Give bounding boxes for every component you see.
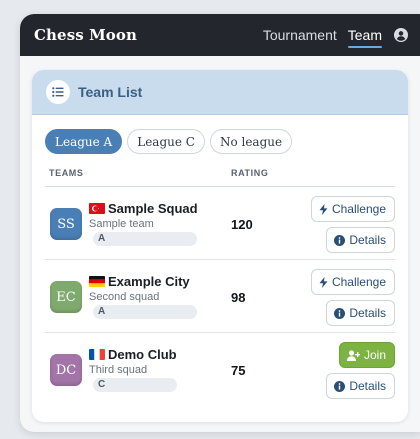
details-button-label: Details [349,233,386,247]
bolt-icon [319,203,328,215]
details-button[interactable]: Details [326,373,395,399]
team-table-body: SS Sample Squad Sample team A 120 Challe… [32,187,408,406]
team-name[interactable]: Sample Squad [108,201,198,216]
info-icon [334,380,346,392]
turkey-flag-icon [89,203,105,214]
team-avatar: EC [50,281,82,313]
details-button[interactable]: Details [326,300,395,326]
team-name[interactable]: Demo Club [108,347,177,362]
brand-logo[interactable]: Chess Moon [34,26,137,44]
league-badge: A [93,232,197,246]
league-badge: C [93,378,177,392]
details-button-label: Details [349,379,386,393]
team-description: Sample team [89,218,154,230]
team-name[interactable]: Example City [108,274,190,289]
details-button[interactable]: Details [326,227,395,253]
filter-league-a[interactable]: League A [45,129,123,154]
france-flag-icon [89,349,105,360]
challenge-button[interactable]: Challenge [310,269,395,295]
details-button-label: Details [349,306,386,320]
team-description: Third squad [89,364,148,376]
nav-tournament[interactable]: Tournament [263,25,337,45]
filter-league-c[interactable]: League C [127,129,205,154]
table-row: DC Demo Club Third squad C 75 Join Detai… [45,333,395,406]
info-icon [334,234,346,246]
team-list-header: Team List [32,70,408,115]
team-rating: 75 [231,363,246,378]
team-info: Sample Squad Sample team A [89,201,198,246]
info-icon [334,307,346,319]
list-icon [46,80,70,104]
user-circle-icon[interactable] [394,28,408,42]
challenge-button-label: Challenge [331,202,386,216]
team-info: Demo Club Third squad C [89,347,177,392]
nav-team[interactable]: Team [347,25,383,48]
germany-flag-icon [89,276,105,287]
league-filter-group: League A League C No league [32,115,408,154]
main-nav: Tournament Team [252,25,408,48]
team-description: Second squad [89,291,160,303]
join-button-label: Join [363,348,386,362]
column-header-rating: RATING [231,168,269,178]
team-list-title: Team List [78,84,143,100]
team-rating: 120 [231,217,253,232]
table-header: TEAMS RATING [45,168,395,187]
team-rating: 98 [231,290,246,305]
user-plus-icon [346,349,360,361]
team-list-card: Team List League A League C No league TE… [32,70,408,422]
challenge-button[interactable]: Challenge [310,196,395,222]
join-button[interactable]: Join [338,342,395,368]
filter-no-league[interactable]: No league [209,129,293,154]
app-window: Chess Moon Tournament Team Team List Lea… [20,14,420,432]
bolt-icon [319,276,328,288]
top-navbar: Chess Moon Tournament Team [20,14,420,56]
league-badge: A [93,305,197,319]
column-header-teams: TEAMS [49,168,84,178]
team-avatar: SS [50,208,82,240]
challenge-button-label: Challenge [331,275,386,289]
team-info: Example City Second squad A [89,274,197,319]
table-row: EC Example City Second squad A 98 Challe… [45,260,395,333]
table-row: SS Sample Squad Sample team A 120 Challe… [45,187,395,260]
team-avatar: DC [50,354,82,386]
